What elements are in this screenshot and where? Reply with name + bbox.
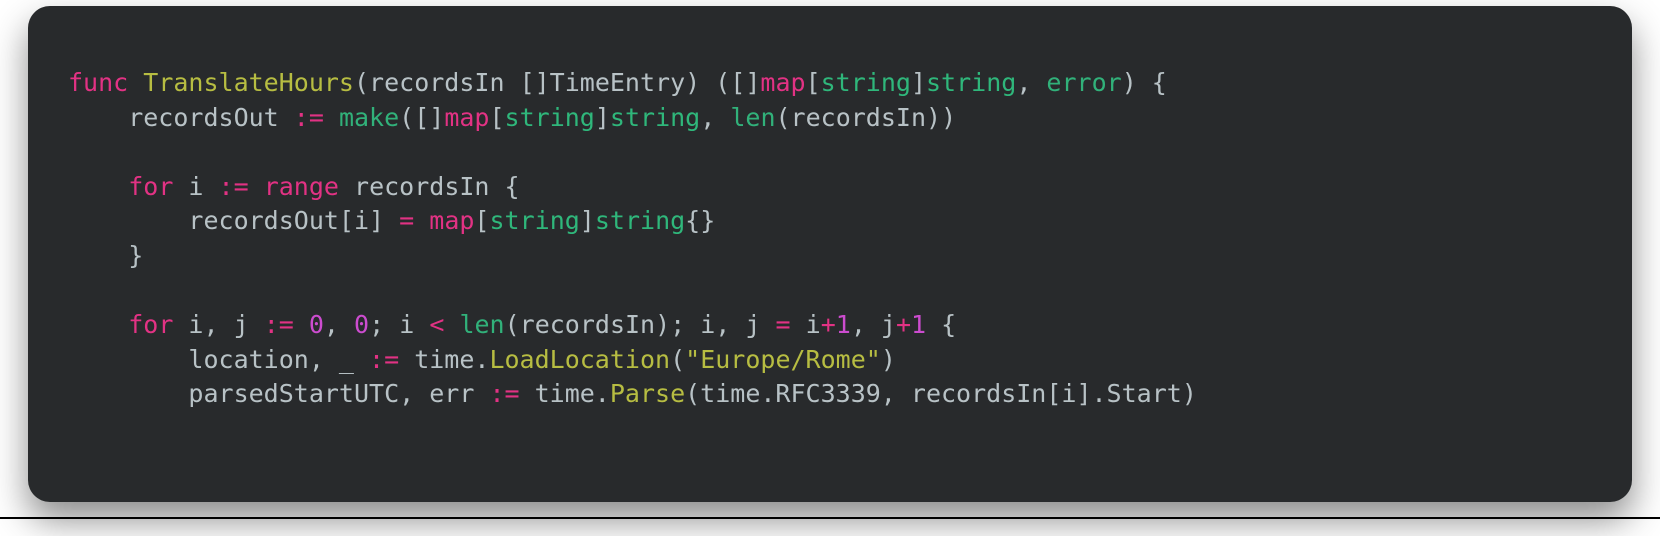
code-token: recordsIn xyxy=(369,68,504,97)
code-token: , xyxy=(700,103,730,132)
code-token: ( xyxy=(354,68,369,97)
code-token: , j xyxy=(851,310,896,339)
code-token: ] xyxy=(595,103,610,132)
code-line: for i := range recordsIn { xyxy=(68,172,520,201)
code-token: ([] xyxy=(399,103,444,132)
code-token: + xyxy=(821,310,836,339)
code-token: (recordsIn); i, j xyxy=(505,310,776,339)
code-token: 0 xyxy=(354,310,369,339)
code-token: range xyxy=(264,172,339,201)
code-token: string xyxy=(610,103,700,132)
code-token: location, _ xyxy=(68,345,369,374)
code-token: string xyxy=(926,68,1016,97)
code-token: string xyxy=(821,68,911,97)
code-token: = xyxy=(399,206,414,235)
code-token: ] xyxy=(580,206,595,235)
code-token: make xyxy=(339,103,399,132)
code-token: 1 xyxy=(911,310,926,339)
code-token: ) { xyxy=(1122,68,1167,97)
code-token xyxy=(414,206,429,235)
code-token: = xyxy=(776,310,791,339)
code-token: 1 xyxy=(836,310,851,339)
code-token: [] xyxy=(505,68,550,97)
code-token: [ xyxy=(806,68,821,97)
code-line: parsedStartUTC, err := time.Parse(time.R… xyxy=(68,379,1197,408)
code-card: func TranslateHours(recordsIn []TimeEntr… xyxy=(28,6,1632,502)
code-token: } xyxy=(68,241,143,270)
code-block: func TranslateHours(recordsIn []TimeEntr… xyxy=(68,66,1592,412)
code-token: time. xyxy=(399,345,489,374)
code-token: string xyxy=(489,206,579,235)
code-token: map xyxy=(760,68,805,97)
code-token: i xyxy=(791,310,821,339)
code-token: < xyxy=(429,310,444,339)
code-token: := xyxy=(264,310,294,339)
code-token: parsedStartUTC, err xyxy=(68,379,489,408)
code-token: Parse xyxy=(610,379,685,408)
code-token: ; i xyxy=(369,310,429,339)
code-token: := xyxy=(489,379,519,408)
code-token: for xyxy=(128,172,173,201)
code-line: for i, j := 0, 0; i < len(recordsIn); i,… xyxy=(68,310,956,339)
code-token: + xyxy=(896,310,911,339)
code-token: recordsOut[i] xyxy=(68,206,399,235)
code-token: string xyxy=(595,206,685,235)
code-token xyxy=(324,103,339,132)
baseline-rule xyxy=(0,517,1660,519)
code-token: , xyxy=(324,310,354,339)
code-line: location, _ := time.LoadLocation("Europe… xyxy=(68,345,896,374)
code-token: time. xyxy=(520,379,610,408)
code-token: (time.RFC3339, recordsIn[i].Start) xyxy=(685,379,1197,408)
code-token: { xyxy=(926,310,956,339)
code-token: "Europe/Rome" xyxy=(685,345,881,374)
code-token: i, j xyxy=(173,310,263,339)
code-token xyxy=(444,310,459,339)
code-token: len xyxy=(459,310,504,339)
code-token xyxy=(249,172,264,201)
code-token: LoadLocation xyxy=(489,345,670,374)
code-token: TimeEntry xyxy=(550,68,685,97)
code-token: recordsIn { xyxy=(339,172,520,201)
code-line: recordsOut := make([]map[string]string, … xyxy=(68,103,956,132)
code-token: {} xyxy=(685,206,715,235)
code-line: func TranslateHours(recordsIn []TimeEntr… xyxy=(68,68,1167,97)
code-token: , xyxy=(1016,68,1046,97)
code-line: recordsOut[i] = map[string]string{} xyxy=(68,206,715,235)
code-token: := xyxy=(294,103,324,132)
code-token: [ xyxy=(489,103,504,132)
code-token xyxy=(294,310,309,339)
code-token: map xyxy=(444,103,489,132)
code-token: ) xyxy=(881,345,896,374)
code-token: string xyxy=(505,103,595,132)
code-token xyxy=(68,310,128,339)
code-token: len xyxy=(730,103,775,132)
code-line: } xyxy=(68,241,143,270)
code-token: 0 xyxy=(309,310,324,339)
code-token: recordsOut xyxy=(68,103,294,132)
code-token: := xyxy=(369,345,399,374)
code-token: map xyxy=(429,206,474,235)
code-token: [ xyxy=(474,206,489,235)
code-token: (recordsIn)) xyxy=(776,103,957,132)
code-token: TranslateHours xyxy=(143,68,354,97)
code-token: ) ([] xyxy=(685,68,760,97)
code-token: i xyxy=(173,172,218,201)
code-token: error xyxy=(1046,68,1121,97)
code-token: func xyxy=(68,68,143,97)
code-token: ( xyxy=(670,345,685,374)
code-token: ] xyxy=(911,68,926,97)
code-token: for xyxy=(128,310,173,339)
code-token: := xyxy=(219,172,249,201)
code-token xyxy=(68,172,128,201)
